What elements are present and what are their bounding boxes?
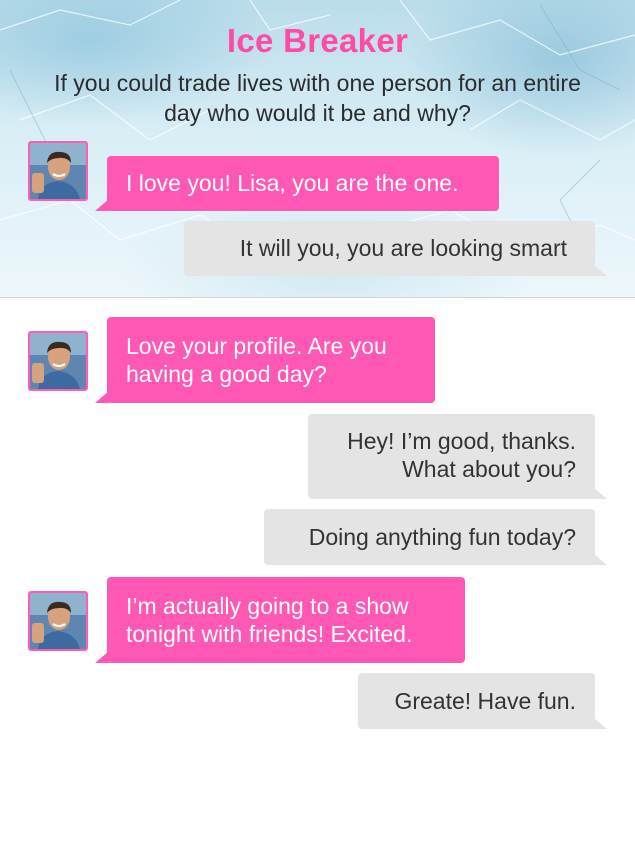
preview-incoming-message: I love you! Lisa, you are the one. (95, 156, 499, 211)
outgoing-message: Doing anything fun today? (264, 509, 607, 565)
avatar[interactable] (28, 591, 88, 651)
avatar[interactable] (28, 331, 88, 391)
incoming-message: I’m actually going to a show tonight wit… (95, 577, 465, 663)
avatar[interactable] (28, 141, 88, 201)
user-avatar-icon (30, 593, 86, 649)
user-avatar-icon (30, 333, 86, 389)
incoming-message: Love your profile. Are you having a good… (95, 317, 435, 403)
ice-breaker-header: Ice Breaker If you could trade lives wit… (0, 0, 635, 298)
ice-breaker-question: If you could trade lives with one person… (54, 70, 581, 126)
page-title: Ice Breaker (226, 22, 409, 59)
outgoing-message: Greate! Have fun. (358, 673, 607, 729)
user-avatar-icon (30, 143, 86, 199)
preview-outgoing-message: It will you, you are looking smart (184, 221, 607, 276)
outgoing-message: Hey! I’m good, thanks. What about you? (308, 414, 607, 499)
